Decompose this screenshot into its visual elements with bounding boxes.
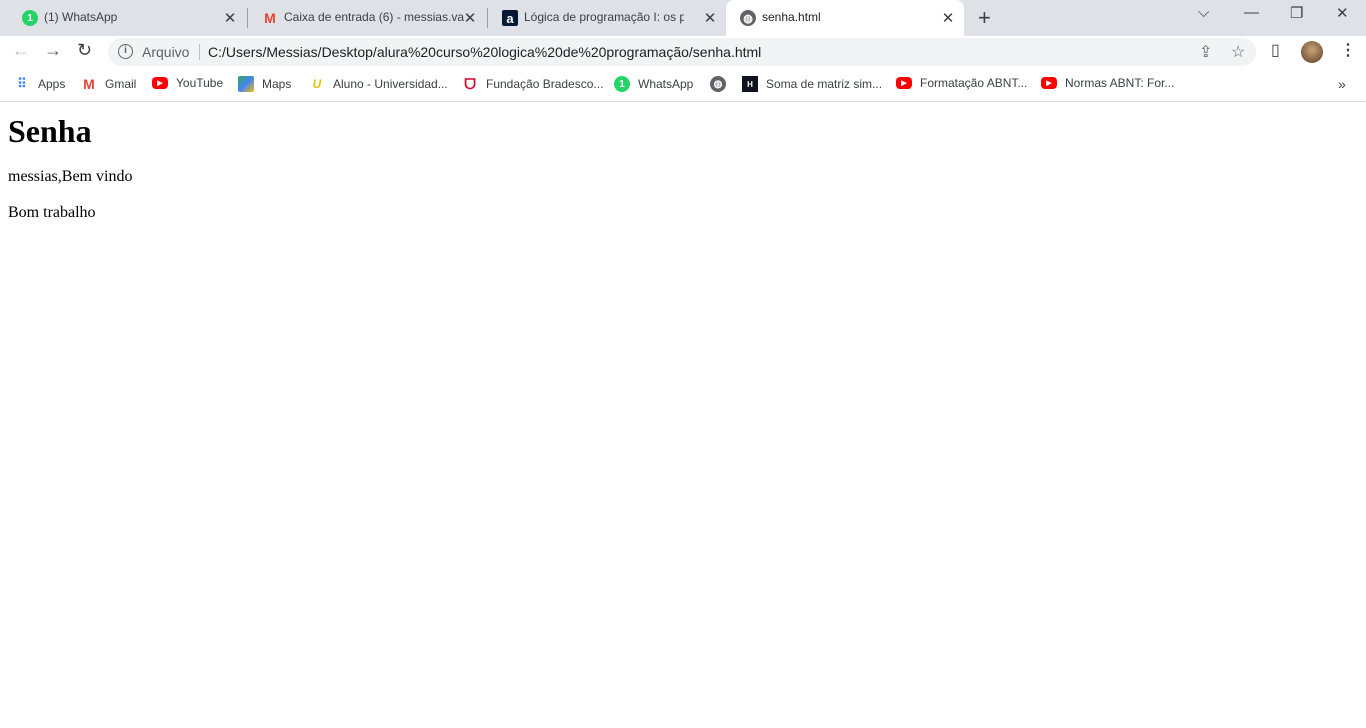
whatsapp-icon: 1 — [22, 10, 38, 26]
bookmark-gmail[interactable]: M Gmail — [81, 76, 136, 92]
unopar-icon: U — [312, 77, 322, 91]
close-icon[interactable]: ✕ — [702, 9, 718, 27]
bookmark-label: Fundação Bradesco... — [486, 77, 604, 91]
globe-icon: ◍ — [740, 10, 756, 26]
forward-button[interactable]: → — [44, 40, 62, 61]
tab-alura[interactable]: a Lógica de programação I: os prim ✕ — [488, 0, 726, 36]
tab-title: Lógica de programação I: os prim — [524, 10, 684, 24]
bookmark-apps[interactable]: ⠿ Apps — [14, 76, 65, 92]
tab-whatsapp[interactable]: 1 (1) WhatsApp ✕ — [8, 0, 246, 36]
bookmark-aluno[interactable]: U Aluno - Universidad... — [309, 76, 448, 92]
bookmark-label: Apps — [38, 77, 66, 91]
bookmark-bradesco[interactable]: ᗜ Fundação Bradesco... — [462, 76, 603, 92]
reload-button[interactable]: ↻ — [77, 40, 92, 61]
globe-icon: ◍ — [710, 76, 726, 92]
page-content: Senha messias,Bem vindo Bom trabalho — [8, 102, 132, 222]
gmail-icon: M — [83, 76, 95, 92]
bookmark-label: Normas ABNT: For... — [1065, 76, 1175, 90]
back-button[interactable]: ← — [12, 40, 30, 61]
close-icon[interactable]: ✕ — [940, 9, 956, 27]
scheme-label: Arquivo — [142, 44, 190, 60]
address-bar[interactable]: i Arquivo C:/Users/Messias/Desktop/alura… — [108, 38, 1256, 66]
alura-icon: a — [502, 10, 518, 26]
new-tab-button[interactable]: + — [978, 5, 991, 31]
more-bookmarks-icon[interactable]: » — [1338, 76, 1346, 92]
url-text[interactable]: C:/Users/Messias/Desktop/alura%20curso%2… — [208, 44, 761, 60]
bookmark-youtube[interactable]: ▶ YouTube — [152, 76, 223, 90]
toolbar: ← → ↻ i Arquivo C:/Users/Messias/Desktop… — [0, 36, 1366, 68]
page-title: Senha — [8, 113, 92, 149]
close-window-button[interactable]: ✕ — [1336, 4, 1349, 22]
bookmark-label: Aluno - Universidad... — [333, 77, 448, 91]
welcome-text: messias,Bem vindo — [8, 168, 133, 185]
youtube-icon: ▶ — [1041, 77, 1057, 89]
star-icon[interactable]: ☆ — [1231, 42, 1245, 62]
bookmark-formatacao-abnt[interactable]: ▶ Formatação ABNT... — [896, 76, 1027, 90]
bookmark-label: Formatação ABNT... — [920, 76, 1028, 90]
tab-search-chevron-icon[interactable]: ⌵ — [1198, 4, 1209, 21]
bookmark-whatsapp[interactable]: 1 WhatsApp — [614, 76, 693, 92]
bookmark-maps[interactable]: Maps — [238, 76, 291, 92]
tab-title: senha.html — [762, 10, 821, 24]
side-panel-icon[interactable]: ▯ — [1271, 40, 1280, 60]
gmail-icon: M — [264, 10, 276, 26]
bookmark-label: Maps — [262, 77, 292, 91]
bookmark-normas-abnt[interactable]: ▶ Normas ABNT: For... — [1041, 76, 1174, 90]
divider — [199, 44, 200, 60]
tab-title: Caixa de entrada (6) - messias.var — [284, 10, 464, 24]
maps-icon — [238, 76, 254, 92]
bookmark-globe[interactable]: ◍ — [710, 76, 734, 92]
bookmark-label: YouTube — [176, 76, 224, 90]
tab-gmail[interactable]: M Caixa de entrada (6) - messias.var ✕ — [248, 0, 486, 36]
youtube-icon: ▶ — [152, 77, 168, 89]
apps-grid-icon: ⠿ — [17, 76, 27, 91]
bookmark-soma-matriz[interactable]: H Soma de matriz sim... — [742, 76, 882, 92]
message-text: Bom trabalho — [8, 204, 96, 221]
bookmark-label: Soma de matriz sim... — [766, 77, 883, 91]
bookmark-label: WhatsApp — [638, 77, 694, 91]
avatar[interactable] — [1301, 41, 1323, 63]
close-icon[interactable]: ✕ — [462, 9, 478, 27]
tab-strip: 1 (1) WhatsApp ✕ M Caixa de entrada (6) … — [0, 0, 1366, 36]
close-icon[interactable]: ✕ — [222, 9, 238, 27]
hackerrank-icon: H — [742, 76, 758, 92]
whatsapp-icon: 1 — [614, 76, 630, 92]
youtube-icon: ▶ — [896, 77, 912, 89]
restore-button[interactable]: ❐ — [1290, 4, 1303, 22]
tab-title: (1) WhatsApp — [44, 10, 118, 24]
info-icon[interactable]: i — [118, 44, 133, 59]
menu-icon[interactable]: ⋮ — [1340, 40, 1356, 60]
tab-senha[interactable]: ◍ senha.html ✕ — [726, 0, 964, 36]
bradesco-icon: ᗜ — [464, 75, 476, 92]
share-icon[interactable]: ⇪ — [1199, 42, 1212, 62]
minimize-button[interactable]: — — [1244, 4, 1259, 21]
bookmarks-bar: ⠿ Apps M Gmail ▶ YouTube Maps U Aluno - Univ… — [0, 68, 1366, 102]
bookmark-label: Gmail — [105, 77, 137, 91]
